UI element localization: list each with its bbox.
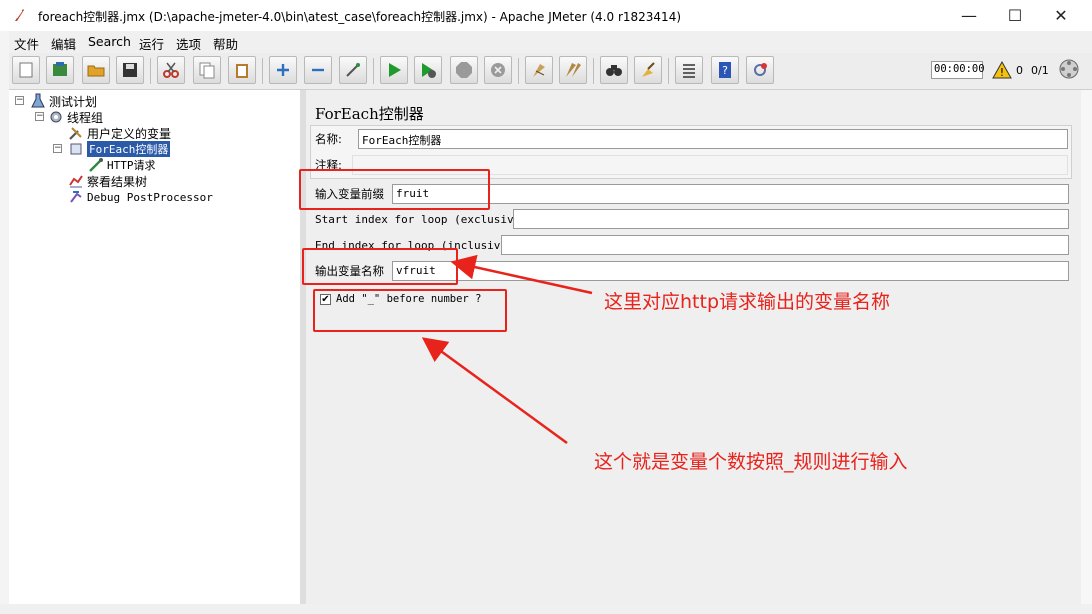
annotation-note-underscore: 这个就是变量个数按照_规则进行输入 <box>594 451 908 473</box>
status-bar <box>0 604 1092 614</box>
annotation-note-output-var: 这里对应http请求输出的变量名称 <box>604 291 891 313</box>
arrow-to-output-var <box>450 254 593 295</box>
arrow-to-add-underscore <box>421 337 568 445</box>
annotation-arrows <box>421 254 593 445</box>
